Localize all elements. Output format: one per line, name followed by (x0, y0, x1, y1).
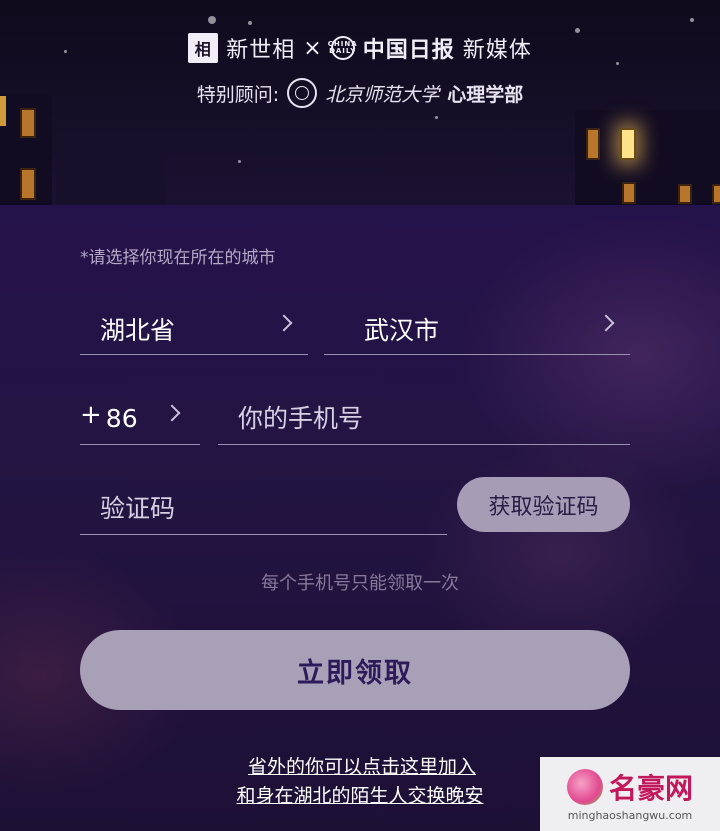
xinshixiang-logo-icon: 相 (188, 33, 219, 63)
lit-window (620, 128, 636, 160)
chevron-right-icon (163, 404, 181, 422)
province-value: 湖北省 (100, 315, 176, 345)
star (238, 160, 241, 163)
phone-field (218, 393, 630, 445)
country-code-value: 86 (105, 404, 138, 433)
china-daily-logo-icon: CHINA DAILY (328, 36, 358, 60)
chevron-right-icon (275, 314, 293, 332)
window (622, 182, 636, 204)
building-left-2 (56, 150, 166, 205)
advisor-label: 特别顾问: (196, 83, 280, 106)
window (712, 184, 720, 204)
university-seal-icon (287, 78, 318, 108)
province-select[interactable]: 湖北省 (80, 303, 308, 355)
partner-name: 中国日报 (362, 38, 455, 63)
window (20, 108, 36, 138)
window (20, 168, 36, 200)
window (678, 184, 692, 204)
brand-row: 相 新世相 × CHINA DAILY 中国日报 新媒体 (0, 32, 720, 64)
get-code-button[interactable]: 获取验证码 (457, 477, 630, 532)
watermark-flower-icon (566, 768, 603, 805)
city-value: 武汉市 (364, 315, 440, 345)
site-watermark: 名豪网 minghaoshangwu.com (540, 757, 720, 831)
china-daily-logo-text: CHINA DAILY (328, 41, 358, 55)
watermark-top: 名豪网 (566, 767, 693, 807)
one-claim-note: 每个手机号只能领取一次 (261, 573, 459, 594)
watermark-url: minghaoshangwu.com (567, 808, 693, 822)
star (248, 21, 252, 25)
star (435, 116, 438, 119)
city-select[interactable]: 武汉市 (324, 303, 630, 355)
partner-suffix: 新媒体 (462, 38, 532, 63)
chevron-right-icon (597, 314, 615, 332)
star (690, 18, 694, 22)
star (208, 16, 216, 24)
plus-sign: + (80, 399, 102, 430)
window (586, 128, 600, 160)
country-code-select[interactable]: + 86 (80, 393, 200, 445)
advisor-school: 北京师范大学 (325, 83, 440, 106)
advisor-row: 特别顾问: 北京师范大学 心理学部 (0, 78, 720, 108)
advisor-dept: 心理学部 (447, 83, 524, 106)
claim-button[interactable]: 立即领取 (80, 630, 630, 710)
watermark-title: 名豪网 (608, 771, 693, 805)
code-field (80, 483, 447, 535)
logo-text-bottom: DAILY (329, 47, 357, 55)
brand-name: 新世相 (226, 38, 296, 63)
city-hint: *请选择你现在所在的城市 (80, 248, 276, 268)
verification-code-input[interactable] (100, 494, 447, 523)
header-banner: 相 新世相 × CHINA DAILY 中国日报 新媒体 特别顾问: 北京师范大… (0, 0, 720, 205)
collab-separator: × (303, 35, 323, 61)
phone-input[interactable] (238, 404, 630, 433)
